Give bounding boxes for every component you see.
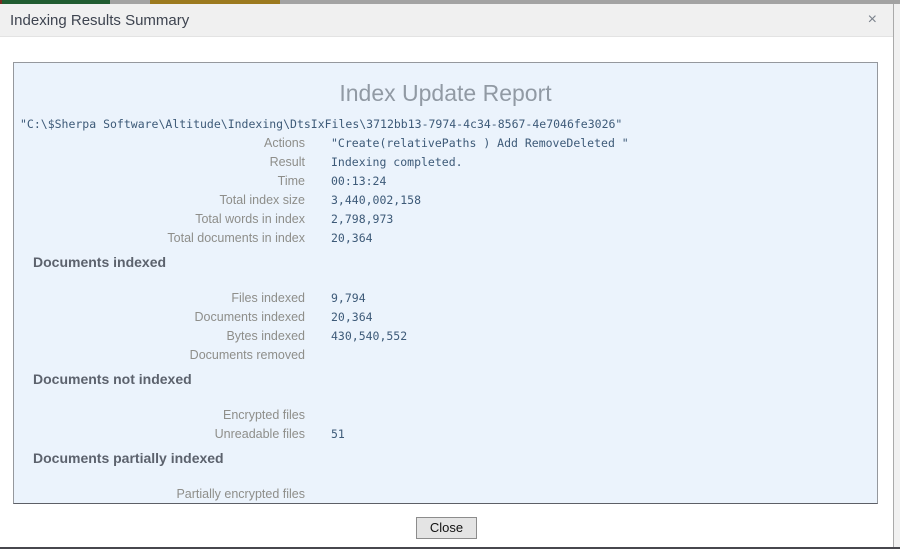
report-row: Documents indexed 20,364 [14, 308, 877, 327]
row-value: 20,364 [331, 308, 877, 327]
report-title: Index Update Report [14, 78, 877, 108]
row-value: 2,798,973 [331, 210, 877, 229]
row-label: Time [14, 172, 305, 191]
report-section: Documents partially indexed Partially en… [14, 449, 877, 504]
indexing-results-dialog: Indexing Results Summary × Index Update … [0, 4, 894, 547]
row-value: Indexing completed. [331, 153, 877, 172]
row-label: Documents removed [14, 346, 305, 365]
row-label: Total documents in index [14, 229, 305, 248]
row-label: Documents indexed [14, 308, 305, 327]
row-value [331, 346, 877, 365]
report-row: Bytes indexed 430,540,552 [14, 327, 877, 346]
report-row: Actions "Create(relativePaths ) Add Remo… [14, 134, 877, 153]
report-row: Time 00:13:24 [14, 172, 877, 191]
section-rows: Encrypted files Unreadable files 51 [14, 406, 877, 444]
report-row: Total documents in index 20,364 [14, 229, 877, 248]
row-value: 00:13:24 [331, 172, 877, 191]
row-value: "Create(relativePaths ) Add RemoveDelete… [331, 134, 877, 153]
section-header: Documents partially indexed [33, 449, 877, 468]
report-section: Documents not indexed Encrypted files Un… [14, 370, 877, 444]
row-value: 9,794 [331, 289, 877, 308]
dialog-title-bar: Indexing Results Summary × [0, 4, 893, 37]
report-row: Partially encrypted files [14, 485, 877, 504]
report-row: Total words in index 2,798,973 [14, 210, 877, 229]
index-path: "C:\$Sherpa Software\Altitude\Indexing\D… [14, 115, 877, 134]
report-row: Result Indexing completed. [14, 153, 877, 172]
close-icon: × [868, 11, 877, 28]
section-rows: Partially encrypted files Partially unre… [14, 485, 877, 504]
report-row: Documents removed [14, 346, 877, 365]
report-row: Encrypted files [14, 406, 877, 425]
row-label: Bytes indexed [14, 327, 305, 346]
dialog-close-button[interactable]: × [864, 10, 881, 30]
row-value [331, 406, 877, 425]
row-value [331, 485, 877, 504]
row-label: Actions [14, 134, 305, 153]
report-row: Unreadable files 51 [14, 425, 877, 444]
row-label: Partially encrypted files [14, 485, 305, 504]
row-label: Total words in index [14, 210, 305, 229]
row-value: 3,440,002,158 [331, 191, 877, 210]
row-label: Unreadable files [14, 425, 305, 444]
report-panel: Index Update Report "C:\$Sherpa Software… [13, 62, 878, 504]
row-label: Total index size [14, 191, 305, 210]
row-value: 430,540,552 [331, 327, 877, 346]
section-header: Documents not indexed [33, 370, 877, 389]
report-row: Files indexed 9,794 [14, 289, 877, 308]
row-label: Encrypted files [14, 406, 305, 425]
row-value: 20,364 [331, 229, 877, 248]
section-rows: Files indexed 9,794 Documents indexed 20… [14, 289, 877, 365]
row-value: 51 [331, 425, 877, 444]
report-sections: Actions "Create(relativePaths ) Add Remo… [14, 134, 877, 504]
report-section: Actions "Create(relativePaths ) Add Remo… [14, 134, 877, 248]
report-row: Total index size 3,440,002,158 [14, 191, 877, 210]
section-header: Documents indexed [33, 253, 877, 272]
row-label: Files indexed [14, 289, 305, 308]
dialog-footer: Close [0, 517, 893, 539]
close-button[interactable]: Close [416, 517, 477, 539]
section-rows: Actions "Create(relativePaths ) Add Remo… [14, 134, 877, 248]
row-label: Result [14, 153, 305, 172]
report-section: Documents indexed Files indexed 9,794 Do… [14, 253, 877, 365]
dialog-title: Indexing Results Summary [10, 12, 864, 29]
